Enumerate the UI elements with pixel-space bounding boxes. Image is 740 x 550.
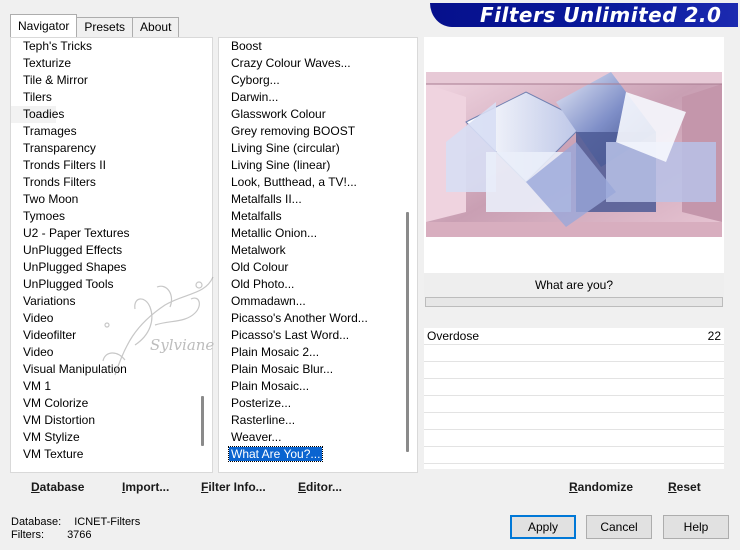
category-item[interactable]: Tronds Filters II bbox=[11, 157, 194, 174]
parameter-row-empty bbox=[424, 396, 724, 413]
tab-about[interactable]: About bbox=[132, 17, 180, 37]
category-item[interactable]: Videofilter bbox=[11, 327, 194, 344]
filter-info-button[interactable]: Filter Info... bbox=[201, 480, 266, 494]
preview-image bbox=[426, 72, 722, 237]
filter-item[interactable]: Ommadawn... bbox=[219, 293, 399, 310]
category-item[interactable]: Variations bbox=[11, 293, 194, 310]
database-status-value: ICNET-Filters bbox=[74, 516, 141, 528]
category-scroll-thumb[interactable] bbox=[201, 396, 204, 446]
filter-item[interactable]: Plain Mosaic... bbox=[219, 378, 399, 395]
parameter-row[interactable]: Overdose 22 bbox=[424, 328, 724, 345]
cancel-button[interactable]: Cancel bbox=[586, 515, 652, 539]
apply-button[interactable]: Apply bbox=[510, 515, 576, 539]
filter-item[interactable]: Living Sine (linear) bbox=[219, 157, 399, 174]
filter-item[interactable]: Boost bbox=[219, 38, 399, 55]
filter-item[interactable]: Picasso's Last Word... bbox=[219, 327, 399, 344]
category-item[interactable]: Texturize bbox=[11, 55, 194, 72]
category-item[interactable]: VM Distortion bbox=[11, 412, 194, 429]
category-item[interactable]: Tramages bbox=[11, 123, 194, 140]
filter-item[interactable]: Living Sine (circular) bbox=[219, 140, 399, 157]
category-item[interactable]: Video bbox=[11, 344, 194, 361]
category-item[interactable]: VM Texture bbox=[11, 446, 194, 463]
filter-item[interactable]: Weaver... bbox=[219, 429, 399, 446]
filter-item[interactable]: Metalwork bbox=[219, 242, 399, 259]
database-button[interactable]: Database bbox=[31, 480, 84, 494]
filter-item[interactable]: Crazy Colour Waves... bbox=[219, 55, 399, 72]
filter-item[interactable]: Plain Mosaic Blur... bbox=[219, 361, 399, 378]
category-item[interactable]: Tymoes bbox=[11, 208, 194, 225]
category-item[interactable]: VM 1 bbox=[11, 378, 194, 395]
filter-scrollbar[interactable] bbox=[399, 38, 417, 472]
filters-status: Filters: 3766 bbox=[11, 529, 92, 541]
category-list-panel[interactable]: Teph's Tricks Texturize Tile & Mirror Tiler… bbox=[10, 37, 213, 473]
category-item[interactable]: Tronds Filters bbox=[11, 174, 194, 191]
category-item[interactable]: U2 - Paper Textures bbox=[11, 225, 194, 242]
parameter-row-empty bbox=[424, 379, 724, 396]
filter-item[interactable]: Metallic Onion... bbox=[219, 225, 399, 242]
filter-item[interactable]: Picasso's Another Word... bbox=[219, 310, 399, 327]
editor-button[interactable]: Editor... bbox=[298, 480, 342, 494]
help-button[interactable]: Help bbox=[663, 515, 729, 539]
parameter-value[interactable]: 22 bbox=[708, 328, 721, 344]
parameter-row-empty bbox=[424, 413, 724, 430]
category-item[interactable]: Tilers bbox=[11, 89, 194, 106]
preview-panel bbox=[424, 37, 724, 273]
filter-item-selected[interactable]: What Are You?... bbox=[219, 446, 399, 463]
filter-list-panel[interactable]: Boost Crazy Colour Waves... Cyborg... Darwi… bbox=[218, 37, 418, 473]
filter-item[interactable]: Plain Mosaic 2... bbox=[219, 344, 399, 361]
filter-item[interactable]: Darwin... bbox=[219, 89, 399, 106]
filter-list[interactable]: Boost Crazy Colour Waves... Cyborg... Darwi… bbox=[219, 38, 399, 472]
parameter-name: Overdose bbox=[427, 329, 480, 343]
parameter-row-empty bbox=[424, 430, 724, 447]
filter-scroll-thumb[interactable] bbox=[406, 212, 409, 452]
parameter-table: Overdose 22 bbox=[424, 328, 724, 469]
filters-status-label: Filters: bbox=[11, 529, 44, 541]
category-item[interactable]: Teph's Tricks bbox=[11, 38, 194, 55]
filter-item[interactable]: Old Colour bbox=[219, 259, 399, 276]
database-status-label: Database: bbox=[11, 516, 62, 528]
randomize-button[interactable]: Randomize bbox=[569, 480, 633, 494]
filters-status-value: 3766 bbox=[67, 529, 92, 541]
reset-button[interactable]: Reset bbox=[668, 480, 701, 494]
filter-item[interactable]: Old Photo... bbox=[219, 276, 399, 293]
parameter-row-empty bbox=[424, 447, 724, 464]
filter-item[interactable]: Rasterline... bbox=[219, 412, 399, 429]
filter-item[interactable]: Metalfalls II... bbox=[219, 191, 399, 208]
tab-navigator[interactable]: Navigator bbox=[10, 14, 78, 37]
filter-item-selected-label: What Are You?... bbox=[227, 446, 324, 462]
category-item[interactable]: Transparency bbox=[11, 140, 194, 157]
category-item[interactable]: Video bbox=[11, 310, 194, 327]
category-item[interactable]: UnPlugged Effects bbox=[11, 242, 194, 259]
category-list[interactable]: Teph's Tricks Texturize Tile & Mirror Tiler… bbox=[11, 38, 194, 472]
import-button[interactable]: Import... bbox=[122, 480, 169, 494]
category-item[interactable]: Toadies bbox=[11, 106, 64, 123]
filter-item[interactable]: Cyborg... bbox=[219, 72, 399, 89]
category-scrollbar[interactable] bbox=[194, 38, 212, 472]
category-item[interactable]: Visual Manipulation bbox=[11, 361, 194, 378]
parameter-row-empty bbox=[424, 362, 724, 379]
category-item[interactable]: UnPlugged Shapes bbox=[11, 259, 194, 276]
progress-bar bbox=[425, 297, 723, 307]
category-item[interactable]: Tile & Mirror bbox=[11, 72, 194, 89]
category-item[interactable]: UnPlugged Tools bbox=[11, 276, 194, 293]
filter-title-label: What are you? bbox=[424, 273, 724, 297]
tab-presets[interactable]: Presets bbox=[76, 17, 134, 37]
tab-bar: Navigator Presets About bbox=[10, 13, 180, 37]
filter-item[interactable]: Grey removing BOOST bbox=[219, 123, 399, 140]
filter-item[interactable]: Look, Butthead, a TV!... bbox=[219, 174, 399, 191]
filter-item[interactable]: Glasswork Colour bbox=[219, 106, 399, 123]
category-item[interactable]: VM Colorize bbox=[11, 395, 194, 412]
category-item[interactable]: VM Stylize bbox=[11, 429, 194, 446]
parameter-row-empty bbox=[424, 345, 724, 362]
filter-item[interactable]: Posterize... bbox=[219, 395, 399, 412]
database-status: Database: ICNET-Filters bbox=[11, 516, 140, 528]
filter-item[interactable]: Metalfalls bbox=[219, 208, 399, 225]
category-item[interactable]: Two Moon bbox=[11, 191, 194, 208]
app-banner: Filters Unlimited 2.0 bbox=[430, 3, 738, 27]
